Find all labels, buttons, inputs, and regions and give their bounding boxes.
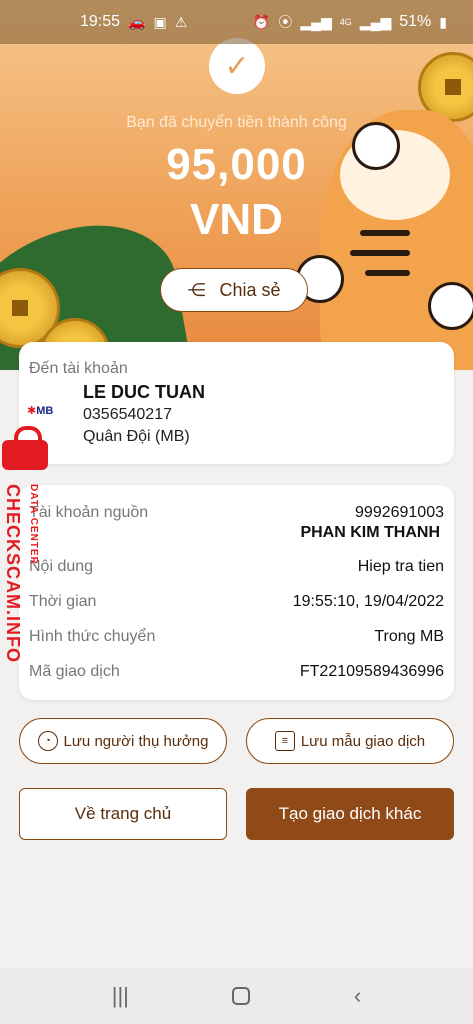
signal-icon: ▂▄▆ [359,13,392,30]
user-icon: ◔ [37,731,58,751]
tiger-stripe [365,270,410,276]
watermark-subtext: DATA CENTER [28,484,39,565]
time-row: Thời gian 19:55:10, 19/04/2022 [29,593,444,611]
source-account-label: Tài khoản nguồn [29,504,149,521]
content-row: Nội dung Hiep tra tien [29,558,444,576]
success-message: Bạn đã chuyển tiền thành công [126,114,347,131]
car-icon: 🚗 [128,13,146,30]
recipient-bank: Quân Đội (MB) [83,428,190,445]
share-button[interactable]: ⋲ Chia sẻ [160,268,308,312]
tiger-paw [428,282,473,330]
share-icon: ⋲ [187,279,206,300]
method-value: Trong MB [374,628,444,645]
checkscam-watermark: CHECKSCAM.INFO DATA CENTER [2,426,48,670]
transfer-amount: 95,000 [166,140,307,189]
location-icon: ⦿ [278,14,293,30]
transaction-id-value: FT22109589436996 [299,663,444,680]
image-icon: ▣ [153,13,167,30]
recipient-name: LE DUC TUAN [83,382,205,402]
method-row: Hình thức chuyển Trong MB [29,628,444,646]
home-button[interactable]: Về trang chủ [19,788,227,840]
tiger-stripe [350,250,410,256]
source-account-name: PHAN KIM THANH [300,524,440,541]
source-account-row: Tài khoản nguồn 9992691003 [29,504,444,522]
signal-icon: ▂▄▆ [300,13,332,30]
save-beneficiary-button[interactable]: ◔ Lưu người thụ hưởng [19,718,227,764]
mb-bank-logo: ✱MB [27,405,54,417]
transaction-id-row: Mã giao dịch FT22109589436996 [29,663,444,681]
lock-icon [2,426,48,470]
hero-banner: ✓ Bạn đã chuyển tiền thành công 95,000 V… [0,0,473,370]
recent-apps-icon[interactable]: ||| [112,983,129,1009]
content-value: Hiep tra tien [357,558,444,575]
save-beneficiary-label: Lưu người thụ hưởng [63,732,209,750]
new-transaction-button[interactable]: Tạo giao dịch khác [246,788,454,840]
system-nav-bar: ||| ‹ [0,968,473,1024]
save-template-label: Lưu mẫu giao dịch [300,732,426,750]
recipient-card: Đến tài khoản ✱MB LE DUC TUAN 0356540217… [19,342,454,464]
recipient-account: 0356540217 [83,406,172,423]
recipient-label: Đến tài khoản [29,360,128,377]
alarm-icon: ⏰ [252,13,271,30]
save-template-button[interactable]: ≡ Lưu mẫu giao dịch [246,718,454,764]
share-label: Chia sẻ [219,279,281,300]
transfer-currency: VND [190,195,283,244]
battery-icon: ▮ [439,13,447,30]
watermark-text: CHECKSCAM.INFO [3,484,23,663]
status-bar: 19:55 🚗 ▣ ⚠ ⏰ ⦿ ▂▄▆ 4G ▂▄▆ 51% ▮ [0,0,473,44]
home-nav-icon[interactable] [232,987,251,1005]
time-value: 19:55:10, 19/04/2022 [292,593,444,610]
method-label: Hình thức chuyển [29,628,156,645]
status-time: 19:55 [80,13,121,30]
back-icon[interactable]: ‹ [354,983,361,1009]
source-account-value: 9992691003 [355,504,444,521]
document-icon: ≡ [274,731,295,751]
success-check-icon: ✓ [209,38,265,94]
battery-level: 51% [399,13,432,30]
network-type: 4G [339,17,352,27]
warning-icon: ⚠ [174,13,188,30]
transaction-details-card: Tài khoản nguồn 9992691003 PHAN KIM THAN… [19,485,454,700]
